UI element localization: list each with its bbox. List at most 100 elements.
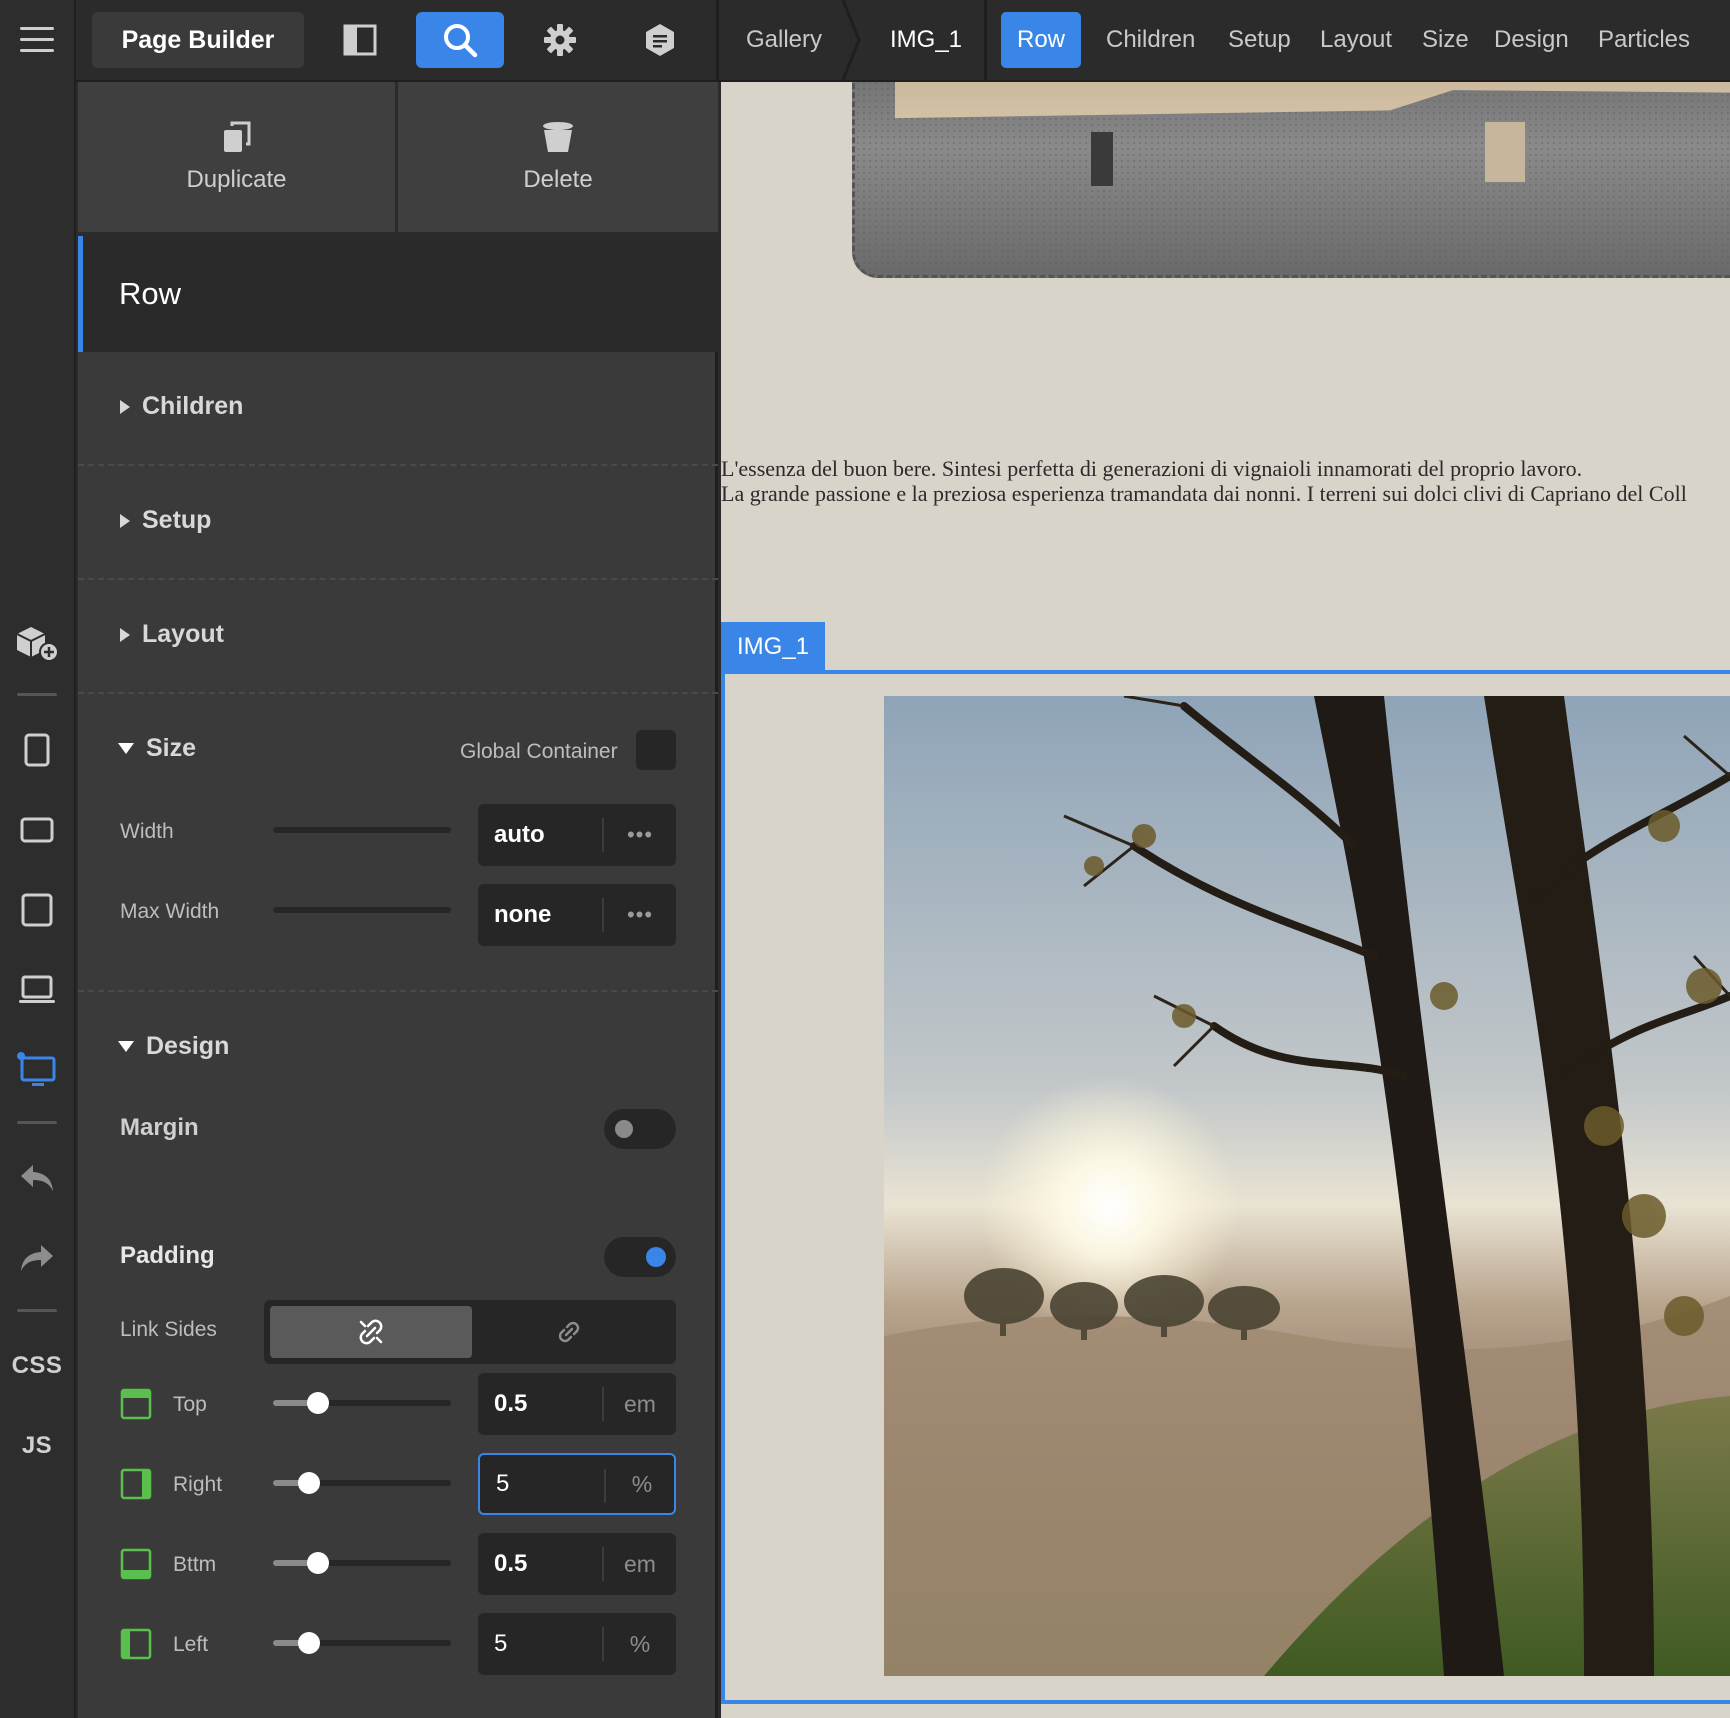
padding-top-slider[interactable] <box>273 1392 451 1414</box>
max-width-label: Max Width <box>120 900 220 923</box>
js-button[interactable]: JS <box>0 1416 74 1476</box>
global-container-checkbox[interactable] <box>636 730 676 770</box>
section-design-header[interactable]: Design <box>118 1032 229 1061</box>
element-actions: Duplicate Delete <box>78 82 718 234</box>
hero-table-leg <box>1485 122 1525 182</box>
section-size: Size Global Container Width auto ••• Max… <box>78 694 718 992</box>
page-canvas[interactable]: L'essenza del buon bere. Sintesi perfett… <box>721 82 1730 1718</box>
gear-icon[interactable] <box>516 12 604 68</box>
padding-left-unit[interactable]: % <box>604 1631 676 1658</box>
caret-right-icon <box>120 513 130 528</box>
padding-bottom-value: 0.5 <box>494 1550 528 1577</box>
redo-icon[interactable] <box>0 1228 74 1288</box>
laptop-icon[interactable] <box>0 960 74 1020</box>
breadcrumb-img1[interactable]: IMG_1 <box>890 0 962 80</box>
padding-toggle[interactable] <box>604 1237 676 1277</box>
landscape-photo[interactable] <box>884 696 1730 1676</box>
tab-layout[interactable]: Layout <box>1304 12 1408 68</box>
tablet-icon[interactable] <box>0 880 74 940</box>
page-builder-button[interactable]: Page Builder <box>92 12 304 68</box>
width-slider[interactable] <box>273 827 451 833</box>
toolbar-divider <box>716 0 719 82</box>
tab-particles[interactable]: Particles <box>1582 12 1706 68</box>
hexagon-message-icon[interactable] <box>616 12 704 68</box>
tab-row[interactable]: Row <box>1001 12 1082 68</box>
section-layout-label: Layout <box>142 620 224 648</box>
intro-text[interactable]: L'essenza del buon bere. Sintesi perfett… <box>721 456 1730 506</box>
toggle-knob <box>646 1247 666 1267</box>
max-width-slider[interactable] <box>273 907 451 913</box>
tree-sunrise-illustration <box>884 696 1730 1676</box>
section-size-header[interactable]: Size <box>118 734 196 763</box>
duplicate-icon <box>223 121 250 152</box>
padding-right-field[interactable]: 5 % <box>478 1453 676 1515</box>
css-button[interactable]: CSS <box>0 1336 74 1396</box>
landscape-phone-icon[interactable] <box>0 800 74 860</box>
breadcrumb-gallery[interactable]: Gallery <box>746 0 822 80</box>
toggle-knob <box>615 1120 633 1138</box>
unlink-icon <box>359 1319 383 1345</box>
width-field[interactable]: auto ••• <box>478 804 676 866</box>
delete-button[interactable]: Delete <box>398 82 718 232</box>
intro-line-2: La grande passione e la preziosa esperie… <box>721 481 1687 506</box>
trash-icon <box>543 122 573 152</box>
section-layout-header[interactable]: Layout <box>120 620 224 649</box>
add-block-icon[interactable] <box>0 612 74 672</box>
section-layout[interactable]: Layout <box>78 580 718 694</box>
hero-table-leg <box>1091 132 1113 186</box>
margin-toggle[interactable] <box>604 1109 676 1149</box>
undo-icon[interactable] <box>0 1148 74 1208</box>
link-sides-label: Link Sides <box>120 1318 217 1341</box>
padding-right-unit[interactable]: % <box>606 1471 678 1498</box>
padding-left-icon <box>120 1628 152 1660</box>
padding-top-icon <box>120 1388 152 1420</box>
phone-icon[interactable] <box>0 720 74 780</box>
padding-bottom-field[interactable]: 0.5 em <box>478 1533 676 1595</box>
element-title: Row <box>78 236 718 352</box>
section-design: Design Margin Padding Link Sides Top 0.5… <box>78 992 718 1718</box>
padding-bottom-unit[interactable]: em <box>604 1551 676 1578</box>
unlink-sides-button[interactable] <box>270 1306 472 1358</box>
tab-children[interactable]: Children <box>1090 12 1211 68</box>
padding-right-label: Right <box>173 1473 223 1496</box>
section-setup-header[interactable]: Setup <box>120 506 211 535</box>
hamburger-menu-icon[interactable] <box>0 10 74 70</box>
padding-right-icon <box>120 1468 152 1500</box>
section-size-label: Size <box>146 734 197 762</box>
padding-left-slider[interactable] <box>273 1632 451 1654</box>
section-children-header[interactable]: Children <box>120 392 243 421</box>
link-sides-button[interactable] <box>468 1306 670 1358</box>
tab-size[interactable]: Size <box>1406 12 1485 68</box>
width-more-icon[interactable]: ••• <box>604 822 676 848</box>
search-icon[interactable] <box>416 12 504 68</box>
caret-right-icon <box>120 627 130 642</box>
rail-divider <box>17 693 57 696</box>
padding-left-value: 5 <box>494 1630 508 1657</box>
padding-top-field[interactable]: 0.5 em <box>478 1373 676 1435</box>
duplicate-button[interactable]: Duplicate <box>78 82 398 232</box>
max-width-more-icon[interactable]: ••• <box>604 902 676 928</box>
section-children[interactable]: Children <box>78 352 718 466</box>
max-width-field[interactable]: none ••• <box>478 884 676 946</box>
section-setup[interactable]: Setup <box>78 466 718 580</box>
desktop-icon[interactable] <box>0 1040 74 1100</box>
section-design-label: Design <box>146 1032 230 1060</box>
padding-label: Padding <box>120 1242 215 1269</box>
padding-bottom-slider[interactable] <box>273 1552 451 1574</box>
width-value: auto <box>494 821 545 848</box>
global-container-label: Global Container <box>460 740 618 763</box>
padding-left-field[interactable]: 5 % <box>478 1613 676 1675</box>
padding-right-slider[interactable] <box>273 1472 451 1494</box>
caret-down-icon <box>118 1041 134 1052</box>
sidebar-layout-icon[interactable] <box>316 12 404 68</box>
top-toolbar: Page Builder Gallery IMG_1 Row Children … <box>76 0 1730 82</box>
hero-image[interactable] <box>852 82 1730 278</box>
rail-divider <box>17 1309 57 1312</box>
tab-setup[interactable]: Setup <box>1212 12 1307 68</box>
margin-label: Margin <box>120 1114 199 1141</box>
tab-design[interactable]: Design <box>1478 12 1585 68</box>
selected-element-tag[interactable]: IMG_1 <box>721 622 825 672</box>
padding-bottom-icon <box>120 1548 152 1580</box>
padding-top-unit[interactable]: em <box>604 1391 676 1418</box>
link-icon <box>558 1321 580 1343</box>
